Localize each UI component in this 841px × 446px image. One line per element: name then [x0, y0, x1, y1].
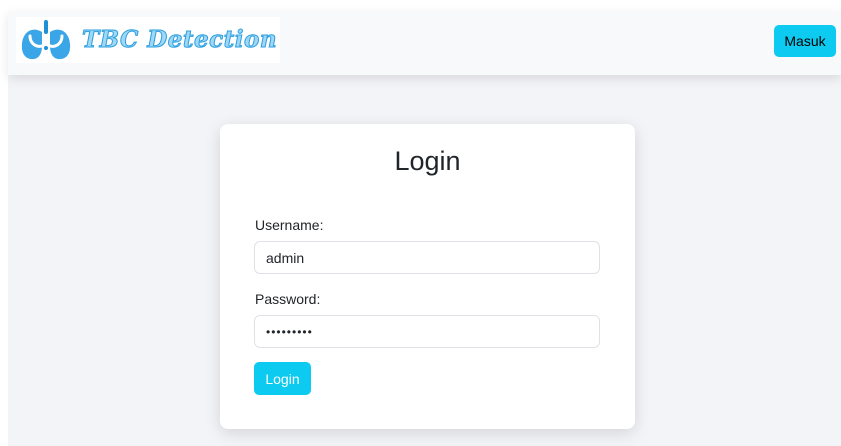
- password-input[interactable]: [254, 315, 600, 348]
- username-input[interactable]: [254, 241, 600, 274]
- brand-name: TBC Detection: [81, 26, 278, 54]
- brand-logo[interactable]: TBC Detection: [16, 17, 280, 63]
- login-button[interactable]: Login: [254, 362, 311, 395]
- page-frame: TBC Detection Masuk Login Username: Pass…: [8, 11, 841, 446]
- password-label: Password:: [255, 291, 321, 307]
- login-card: Login Username: Password: Login: [220, 124, 635, 429]
- lungs-stethoscope-icon: [21, 20, 71, 60]
- masuk-button[interactable]: Masuk: [774, 25, 836, 57]
- login-title: Login: [394, 146, 461, 176]
- username-label: Username:: [255, 217, 324, 233]
- navbar: TBC Detection Masuk: [8, 11, 841, 75]
